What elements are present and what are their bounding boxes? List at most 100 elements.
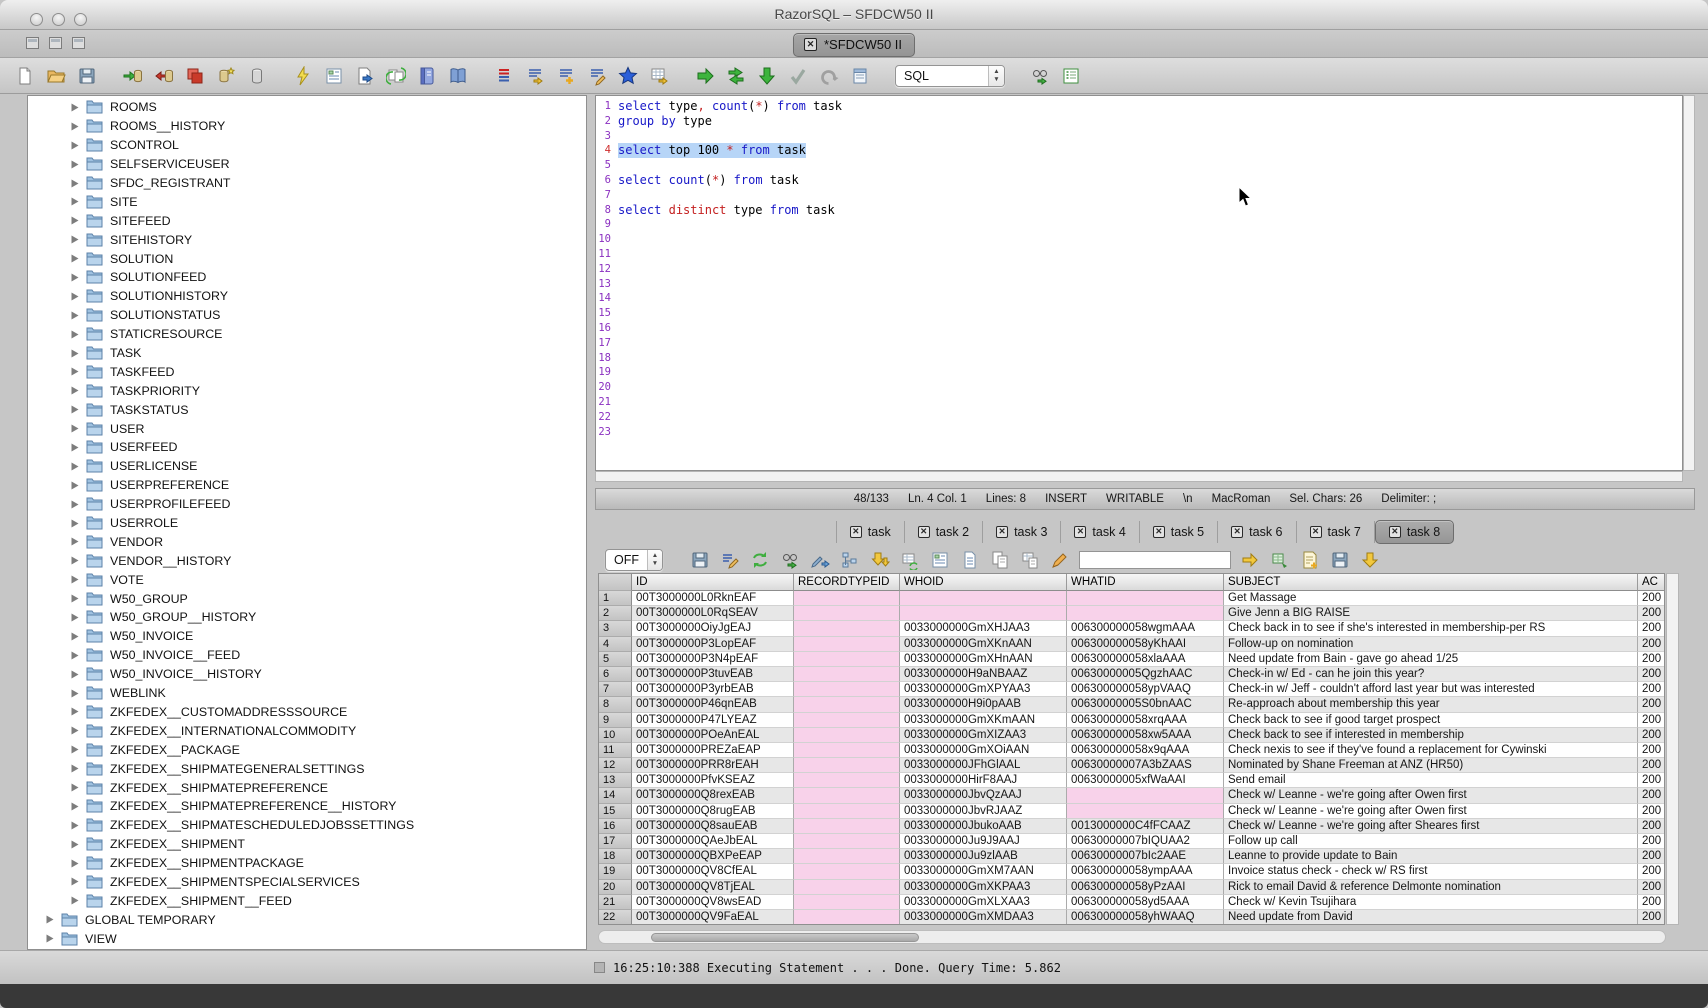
cell-id[interactable]: 00T3000000OiyJgEAJ xyxy=(632,621,794,636)
cell-whoid[interactable]: 0033000000GmXMDAA3 xyxy=(900,910,1067,925)
cell-whatid[interactable] xyxy=(1067,591,1224,606)
cell-whatid[interactable]: 00630000007bIc2AAE xyxy=(1067,849,1224,864)
row-number[interactable]: 15 xyxy=(599,804,632,819)
disconnect-db-icon[interactable] xyxy=(153,65,175,87)
cell-ac[interactable]: 200 xyxy=(1638,621,1665,636)
cell-subject[interactable]: Check w/ Leanne - we're going after Shea… xyxy=(1224,819,1638,834)
cell-ac[interactable]: 200 xyxy=(1638,713,1665,728)
cell-recordtypeid[interactable] xyxy=(794,895,900,910)
expand-triangle-icon[interactable] xyxy=(70,821,79,830)
expand-triangle-icon[interactable] xyxy=(70,481,79,490)
cell-recordtypeid[interactable] xyxy=(794,864,900,879)
row-number[interactable]: 13 xyxy=(599,773,632,788)
cell-id[interactable]: 00T3000000QAeJbEAL xyxy=(632,834,794,849)
open-folder-icon[interactable] xyxy=(45,65,67,87)
expand-triangle-icon[interactable] xyxy=(70,141,79,150)
cell-subject[interactable]: Follow-up on nomination xyxy=(1224,637,1638,652)
cell-whatid[interactable]: 00630000005xfWaAAI xyxy=(1067,773,1224,788)
cell-subject[interactable]: Nominated by Shane Freeman at ANZ (HR50) xyxy=(1224,758,1638,773)
cell-whatid[interactable]: 00630000005S0bnAAC xyxy=(1067,697,1224,712)
close-tab-icon[interactable]: ✕ xyxy=(1231,526,1243,538)
tree-item-zkfedex-customaddresssource[interactable]: ZKFEDEX__CUSTOMADDRESSSOURCE xyxy=(28,703,586,722)
editor-vertical-scrollbar[interactable] xyxy=(1683,95,1695,471)
expand-triangle-icon[interactable] xyxy=(70,197,79,206)
document-tab[interactable]: ✕ *SFDCW50 II xyxy=(793,33,915,57)
new-db-icon[interactable] xyxy=(215,65,237,87)
tree-item-w50-invoice[interactable]: W50_INVOICE xyxy=(28,627,586,646)
row-number[interactable]: 20 xyxy=(599,880,632,895)
column-header-recordtypeid[interactable]: RECORDTYPEID xyxy=(794,574,900,591)
close-tab-icon[interactable]: ✕ xyxy=(918,526,930,538)
cell-whatid[interactable]: 006300000058ympAAA xyxy=(1067,864,1224,879)
result-tab-task-3[interactable]: ✕task 3 xyxy=(983,521,1061,543)
lines-export-icon[interactable] xyxy=(524,65,546,87)
tree-item-solution[interactable]: SOLUTION xyxy=(28,249,586,268)
describe-form-icon[interactable] xyxy=(323,65,345,87)
tree-item-rooms-history[interactable]: ROOMS__HISTORY xyxy=(28,117,586,136)
cell-recordtypeid[interactable] xyxy=(794,819,900,834)
cell-id[interactable]: 00T3000000P47LYEAZ xyxy=(632,713,794,728)
expand-triangle-icon[interactable] xyxy=(70,273,79,282)
pen-orange-icon[interactable] xyxy=(1049,549,1071,571)
table-horizontal-scrollbar[interactable] xyxy=(598,930,1666,944)
refresh-swap-icon[interactable] xyxy=(749,549,771,571)
cell-recordtypeid[interactable] xyxy=(794,713,900,728)
row-number[interactable]: 16 xyxy=(599,819,632,834)
row-number[interactable]: 6 xyxy=(599,667,632,682)
expand-triangle-icon[interactable] xyxy=(70,405,79,414)
copy-red-icon[interactable] xyxy=(184,65,206,87)
zoom-window-button[interactable] xyxy=(74,13,87,26)
cell-ac[interactable]: 200 xyxy=(1638,697,1665,712)
row-number[interactable]: 17 xyxy=(599,834,632,849)
favorites-star-icon[interactable] xyxy=(617,65,639,87)
sql-editor[interactable]: 1select type, count(*) from task2group b… xyxy=(595,95,1683,471)
expand-triangle-icon[interactable] xyxy=(70,160,79,169)
cell-id[interactable]: 00T3000000Q8rexEAB xyxy=(632,788,794,803)
result-tab-task-5[interactable]: ✕task 5 xyxy=(1140,521,1218,543)
red-lines-icon[interactable] xyxy=(493,65,515,87)
cell-subject[interactable]: Check-in w/ Ed - can he join this year? xyxy=(1224,667,1638,682)
statement-type-select[interactable]: SQL ▲▼ xyxy=(895,65,1005,87)
tree-item-zkfedex-shipmentspecialservices[interactable]: ZKFEDEX__SHIPMENTSPECIALSERVICES xyxy=(28,873,586,892)
row-number[interactable]: 21 xyxy=(599,895,632,910)
result-tab-task[interactable]: ✕task xyxy=(836,521,905,543)
expand-triangle-icon[interactable] xyxy=(70,556,79,565)
tree-item-zkfedex-shipmategeneralsettings[interactable]: ZKFEDEX__SHIPMATEGENERALSETTINGS xyxy=(28,759,586,778)
tree-item-task[interactable]: TASK xyxy=(28,344,586,363)
cell-whoid[interactable]: 0033000000JFhGlAAL xyxy=(900,758,1067,773)
cell-recordtypeid[interactable] xyxy=(794,804,900,819)
cell-whoid[interactable] xyxy=(900,591,1067,606)
tree-item-sitefeed[interactable]: SITEFEED xyxy=(28,211,586,230)
arrow-right-yellow-icon[interactable] xyxy=(1239,549,1261,571)
save-icon[interactable] xyxy=(1329,549,1351,571)
close-window-button[interactable] xyxy=(30,13,43,26)
row-number[interactable]: 12 xyxy=(599,758,632,773)
expand-triangle-icon[interactable] xyxy=(70,519,79,528)
cell-recordtypeid[interactable] xyxy=(794,880,900,895)
cell-recordtypeid[interactable] xyxy=(794,834,900,849)
cell-id[interactable]: 00T3000000P3tuvEAB xyxy=(632,667,794,682)
row-number[interactable]: 14 xyxy=(599,788,632,803)
commit-check-icon[interactable] xyxy=(787,65,809,87)
row-number[interactable]: 3 xyxy=(599,621,632,636)
expand-triangle-icon[interactable] xyxy=(70,424,79,433)
cell-ac[interactable]: 200 xyxy=(1638,637,1665,652)
cell-ac[interactable]: 200 xyxy=(1638,667,1665,682)
expand-triangle-icon[interactable] xyxy=(70,462,79,471)
tree-item-userlicense[interactable]: USERLICENSE xyxy=(28,457,586,476)
editor-horizontal-scrollbar[interactable] xyxy=(595,471,1683,482)
cell-whatid[interactable]: 006300000058yhWAAQ xyxy=(1067,910,1224,925)
cell-ac[interactable]: 200 xyxy=(1638,652,1665,667)
stepper-icon[interactable]: ▲▼ xyxy=(647,550,662,570)
arrows-down-yellow-icon[interactable] xyxy=(869,549,891,571)
window-control-icon[interactable] xyxy=(49,37,62,49)
cell-recordtypeid[interactable] xyxy=(794,621,900,636)
cell-whoid[interactable]: 0033000000GmXKnAAN xyxy=(900,637,1067,652)
row-number[interactable]: 10 xyxy=(599,728,632,743)
tree-item-selfserviceuser[interactable]: SELFSERVICEUSER xyxy=(28,155,586,174)
row-number[interactable]: 4 xyxy=(599,637,632,652)
expand-triangle-icon[interactable] xyxy=(70,537,79,546)
expand-triangle-icon[interactable] xyxy=(70,764,79,773)
tree-item-zkfedex-package[interactable]: ZKFEDEX__PACKAGE xyxy=(28,740,586,759)
cell-ac[interactable]: 200 xyxy=(1638,819,1665,834)
